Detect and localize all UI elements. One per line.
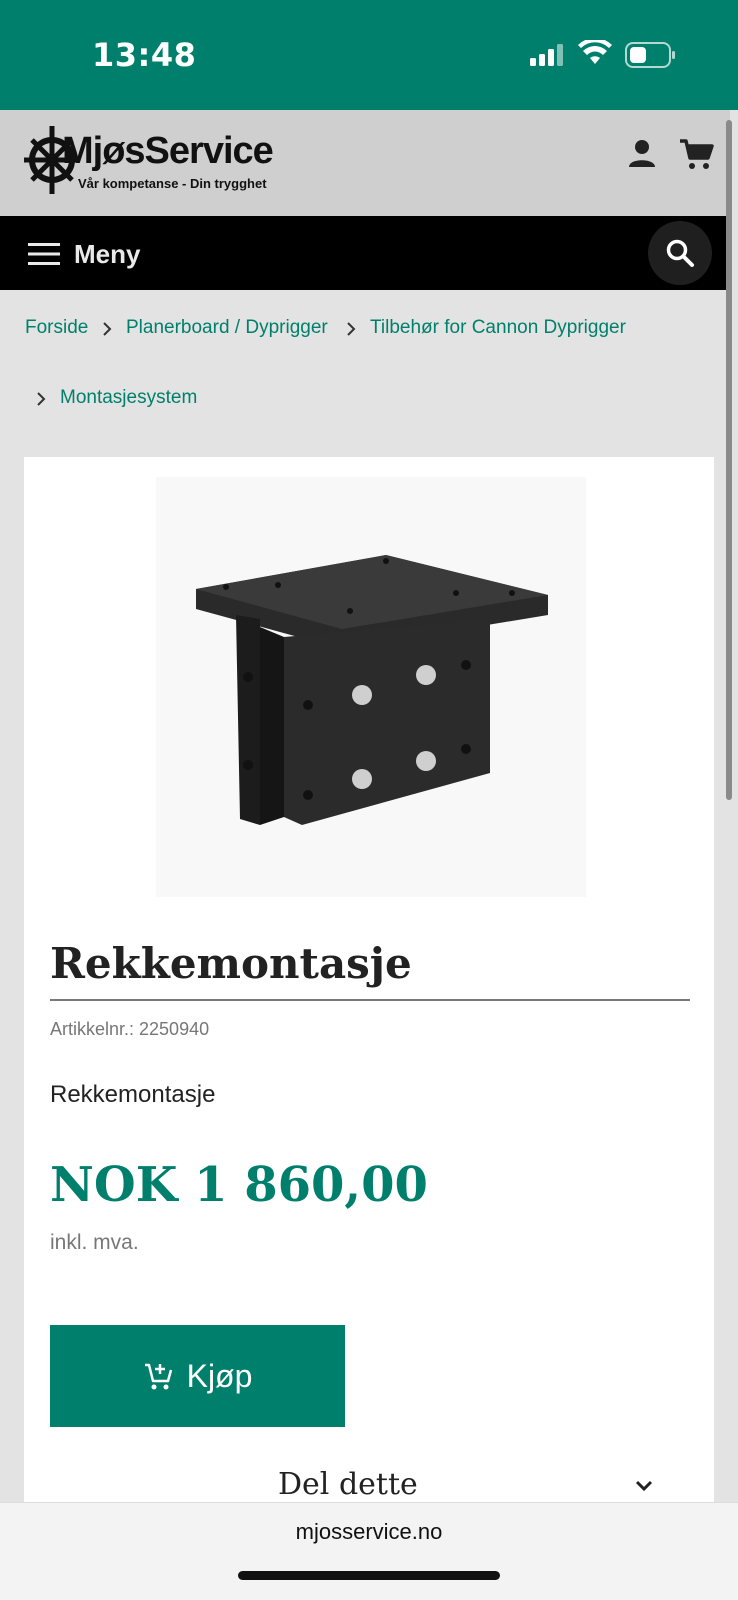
browser-url-bar[interactable]: mjosservice.no — [0, 1502, 738, 1600]
wifi-icon — [578, 40, 612, 64]
product-title: Rekkemontasje — [50, 939, 412, 988]
buy-button[interactable]: Kjøp — [50, 1325, 345, 1427]
url-text: mjosservice.no — [295, 1519, 443, 1544]
cellular-signal-icon — [530, 44, 563, 66]
product-image[interactable] — [156, 477, 586, 897]
brand-tagline: Vår kompetanse - Din trygghet — [78, 176, 267, 191]
site-header: MjøsService Vår kompetanse - Din trygghe… — [0, 110, 730, 216]
product-sku: Artikkelnr.: 2250940 — [50, 1019, 210, 1039]
chevron-right-icon — [103, 322, 112, 336]
search-icon — [666, 239, 694, 267]
battery-icon — [625, 42, 675, 68]
account-icon[interactable] — [622, 134, 662, 174]
product-description: Rekkemontasje — [50, 1081, 216, 1108]
share-label: Del dette — [278, 1467, 418, 1502]
cart-icon[interactable] — [676, 134, 716, 174]
brand-name: MjøsService — [62, 130, 274, 172]
breadcrumb-item-montasjesystem[interactable]: Montasjesystem — [60, 387, 197, 409]
main-nav: Meny — [0, 216, 730, 290]
vat-note: inkl. mva. — [50, 1231, 139, 1254]
status-bar: 13:48 — [0, 0, 738, 110]
menu-label: Meny — [74, 238, 141, 269]
share-accordion[interactable]: Del dette — [24, 1467, 714, 1507]
buy-button-label: Kjøp — [186, 1357, 253, 1394]
site-logo[interactable]: MjøsService Vår kompetanse - Din trygghe… — [22, 114, 292, 204]
chevron-right-icon — [347, 322, 356, 336]
breadcrumb-item-planerboard[interactable]: Planerboard / Dyprigger — [126, 317, 328, 339]
add-to-cart-icon — [144, 1363, 172, 1390]
breadcrumb-item-forside[interactable]: Forside — [25, 317, 88, 339]
product-card: Rekkemontasje Artikkelnr.: 2250940 Rekke… — [24, 457, 714, 1557]
search-button[interactable] — [648, 221, 712, 285]
status-time: 13:48 — [92, 36, 197, 74]
chevron-right-icon — [37, 392, 46, 406]
chevron-down-icon — [635, 1480, 653, 1492]
home-indicator[interactable] — [238, 1571, 500, 1580]
title-divider — [50, 999, 690, 1001]
hamburger-icon — [28, 243, 60, 265]
breadcrumb-item-tilbehor[interactable]: Tilbehør for Cannon Dyprigger — [370, 317, 626, 339]
scrollbar[interactable] — [726, 120, 732, 800]
menu-button[interactable]: Meny — [28, 234, 140, 274]
product-price: NOK 1 860,00 — [50, 1157, 428, 1213]
breadcrumb: Forside Planerboard / Dyprigger Tilbehør… — [0, 290, 730, 432]
